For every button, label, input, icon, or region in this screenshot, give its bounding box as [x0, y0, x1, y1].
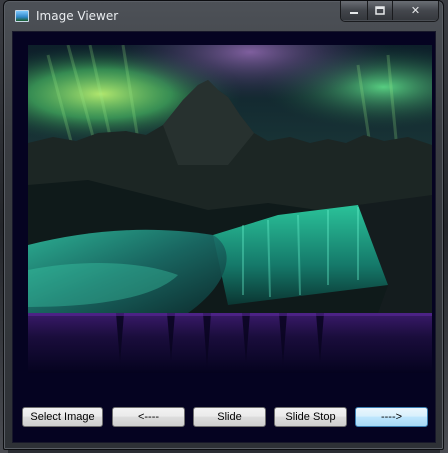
- controls-toolbar: Select Image <---- Slide Slide Stop ----…: [22, 407, 437, 429]
- image-reflection: [28, 313, 432, 373]
- next-button[interactable]: ---->: [355, 407, 428, 427]
- displayed-image: [28, 45, 432, 313]
- image-viewer-window: Image Viewer ✕ Select Image <---- Slide …: [3, 0, 444, 450]
- image-icon: [15, 10, 29, 22]
- close-icon: ✕: [410, 4, 421, 17]
- previous-button[interactable]: <----: [112, 407, 185, 427]
- maximize-icon: [375, 5, 385, 15]
- close-button[interactable]: ✕: [392, 1, 438, 20]
- minimize-icon: [350, 11, 358, 14]
- title-bar[interactable]: Image Viewer ✕: [4, 1, 443, 31]
- slide-stop-button[interactable]: Slide Stop: [274, 407, 347, 427]
- window-controls: ✕: [340, 1, 439, 22]
- select-image-button[interactable]: Select Image: [22, 407, 103, 427]
- window-title: Image Viewer: [36, 9, 119, 23]
- viewer-panel: Select Image <---- Slide Slide Stop ----…: [12, 31, 436, 443]
- minimize-button[interactable]: [341, 1, 367, 20]
- maximize-button[interactable]: [367, 1, 392, 20]
- slide-button[interactable]: Slide: [193, 407, 266, 427]
